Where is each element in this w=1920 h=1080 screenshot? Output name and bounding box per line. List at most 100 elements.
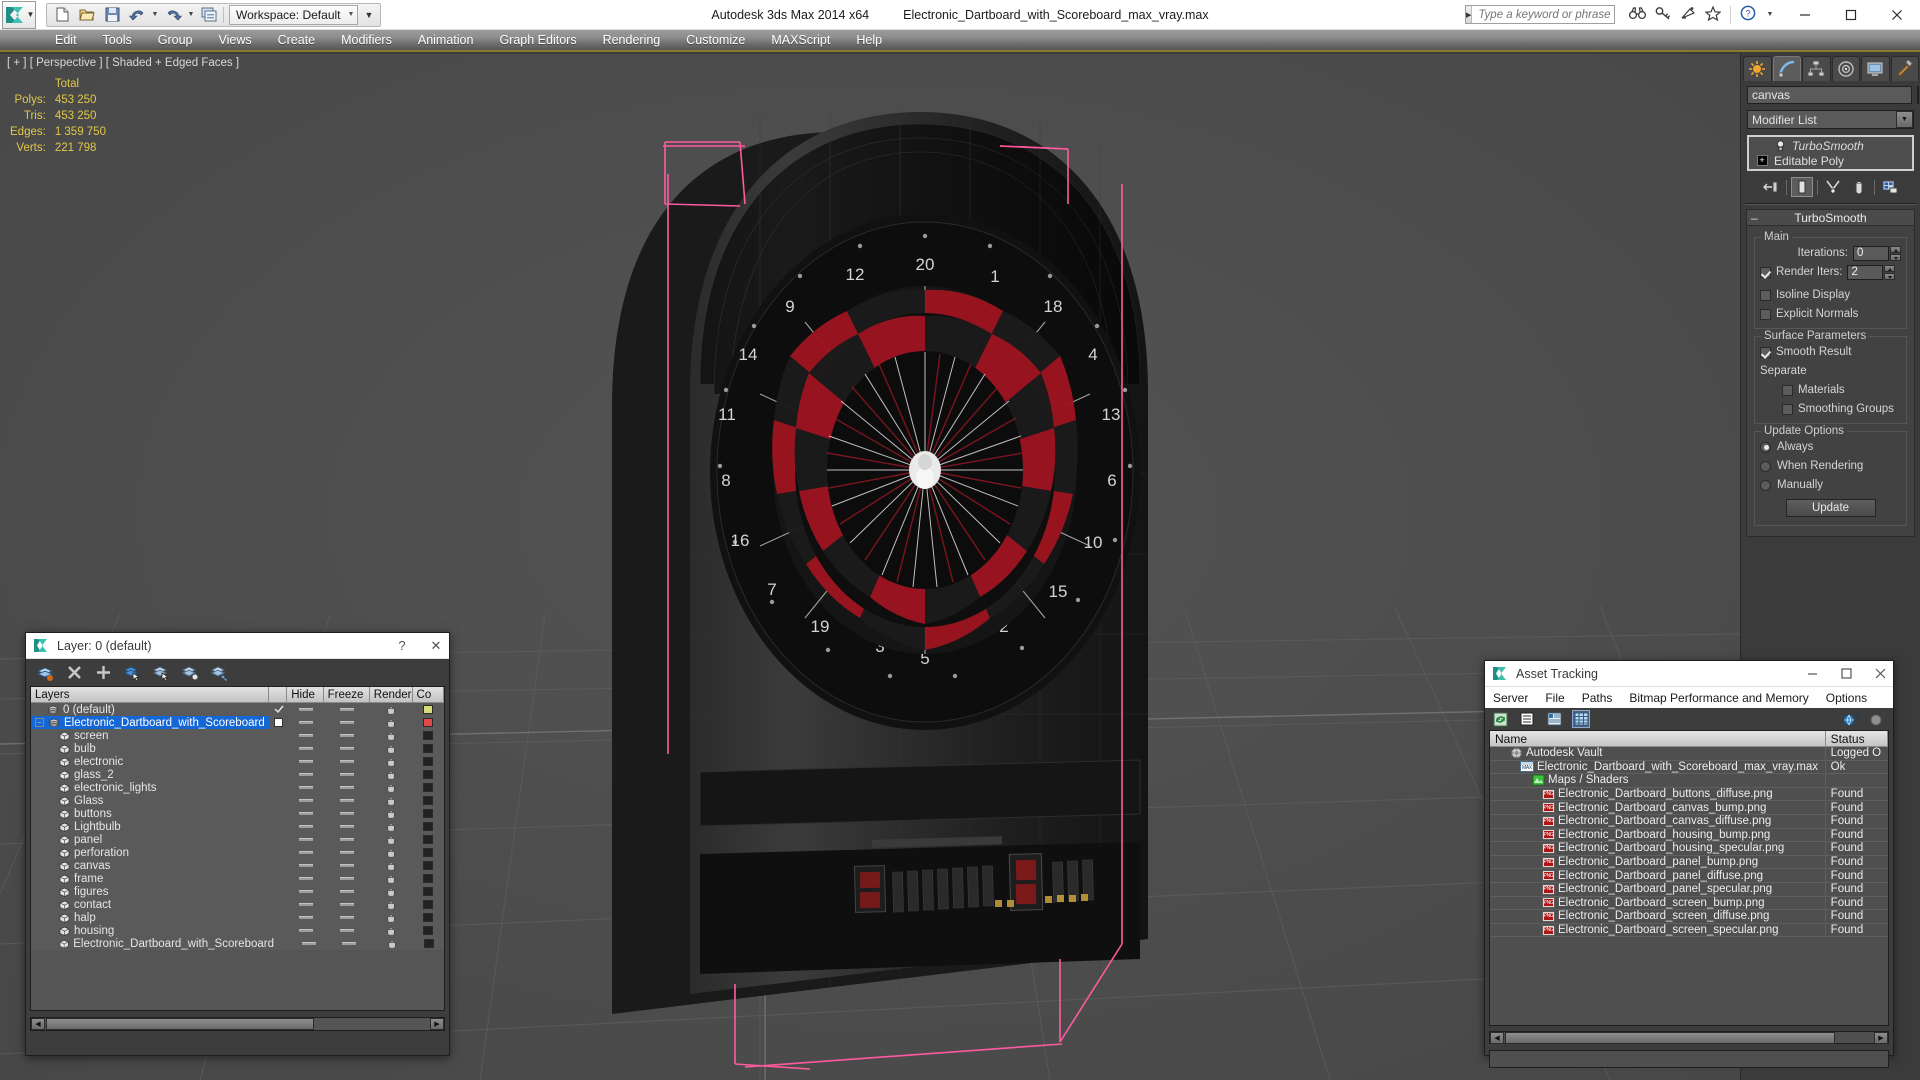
- menu-item-views[interactable]: Views: [205, 29, 264, 51]
- column-layers[interactable]: Layers: [31, 687, 270, 702]
- freeze-cell[interactable]: [324, 786, 370, 789]
- create-new-layer-icon[interactable]: [36, 663, 55, 682]
- render-cell[interactable]: [370, 887, 412, 897]
- color-cell[interactable]: [413, 796, 444, 805]
- color-swatch[interactable]: [423, 809, 434, 818]
- add-selection-icon[interactable]: [94, 663, 113, 682]
- asset-name-cell[interactable]: Electronic_Dartboard_screen_specular.png: [1490, 923, 1826, 937]
- menu-item-paths[interactable]: Paths: [1582, 691, 1613, 705]
- freeze-cell[interactable]: [324, 734, 370, 737]
- update-button[interactable]: Update: [1785, 499, 1876, 517]
- column-color[interactable]: Co: [412, 687, 444, 702]
- layer-name-cell[interactable]: figures: [31, 885, 270, 898]
- layer-name-cell[interactable]: halp: [31, 911, 270, 924]
- asset-row[interactable]: Electronic_Dartboard_canvas_bump.png Foun…: [1490, 801, 1888, 815]
- color-swatch[interactable]: [423, 926, 434, 935]
- menu-item-create[interactable]: Create: [265, 29, 329, 51]
- highlight-selected-icon[interactable]: [181, 663, 200, 682]
- layer-name-cell[interactable]: – Electronic_Dartboard_with_Scoreboard: [31, 716, 270, 729]
- column-hide[interactable]: Hide: [287, 687, 324, 702]
- column-render[interactable]: Render: [369, 687, 413, 702]
- remove-modifier-icon[interactable]: [1848, 177, 1870, 197]
- help-button[interactable]: ?: [389, 633, 415, 658]
- asset-row[interactable]: Electronic_Dartboard_buttons_diffuse.png…: [1490, 787, 1888, 802]
- layer-name-cell[interactable]: Glass: [31, 794, 270, 807]
- color-swatch[interactable]: [423, 913, 434, 922]
- utilities-tab[interactable]: [1890, 56, 1919, 81]
- freeze-cell[interactable]: [324, 929, 370, 932]
- create-tab[interactable]: [1743, 56, 1772, 81]
- hide-cell[interactable]: [288, 903, 324, 906]
- asset-tracking-dialog[interactable]: Asset Tracking Server File Paths Bitmap …: [1484, 660, 1894, 1068]
- undo-dropdown-caret[interactable]: ▼: [151, 11, 159, 18]
- asset-horizontal-scrollbar[interactable]: ◀ ▶: [1489, 1031, 1889, 1044]
- render-iters-checkbox[interactable]: [1760, 266, 1771, 278]
- hide-cell[interactable]: [288, 799, 324, 802]
- plus-box-icon[interactable]: +: [1756, 155, 1768, 167]
- color-swatch[interactable]: [423, 900, 434, 909]
- layer-name-cell[interactable]: contact: [31, 898, 270, 911]
- color-swatch[interactable]: [423, 874, 434, 883]
- column-freeze[interactable]: Freeze: [323, 687, 370, 702]
- modifier-list-dropdown[interactable]: Modifier List ▼: [1747, 110, 1914, 129]
- hide-cell[interactable]: [288, 877, 324, 880]
- color-cell[interactable]: [413, 939, 444, 948]
- color-cell[interactable]: [413, 770, 444, 779]
- freeze-cell[interactable]: [324, 877, 370, 880]
- color-swatch[interactable]: [423, 822, 434, 831]
- iterations-spinner[interactable]: [1853, 245, 1901, 261]
- asset-row[interactable]: Electronic_Dartboard_canvas_diffuse.png F…: [1490, 814, 1888, 829]
- asset-name-cell[interactable]: Maps / Shaders: [1490, 774, 1826, 787]
- freeze-cell[interactable]: [324, 916, 370, 919]
- asset-name-cell[interactable]: Electronic_Dartboard_panel_diffuse.png: [1490, 869, 1826, 882]
- color-cell[interactable]: [413, 822, 444, 831]
- hide-cell[interactable]: [288, 708, 324, 711]
- asset-row[interactable]: Electronic_Dartboard_panel_bump.png Found: [1490, 855, 1888, 870]
- asset-row[interactable]: Electronic_Dartboard_screen_specular.png…: [1490, 923, 1888, 938]
- column-active[interactable]: [269, 687, 288, 702]
- color-swatch[interactable]: [423, 744, 434, 753]
- iterations-input[interactable]: [1853, 245, 1889, 261]
- layer-row[interactable]: panel: [31, 833, 444, 846]
- layer-row[interactable]: canvas: [31, 859, 444, 872]
- redo-icon[interactable]: [162, 4, 184, 25]
- asset-name-cell[interactable]: Electronic_Dartboard_panel_bump.png: [1490, 855, 1826, 869]
- hide-cell[interactable]: [288, 864, 324, 867]
- hide-cell[interactable]: [288, 838, 324, 841]
- scroll-right-button[interactable]: ▶: [1874, 1031, 1888, 1044]
- render-cell[interactable]: [370, 926, 412, 936]
- color-swatch[interactable]: [423, 783, 434, 792]
- column-name[interactable]: Name: [1490, 731, 1826, 747]
- color-swatch[interactable]: [423, 939, 434, 948]
- layer-row[interactable]: perforation: [31, 846, 444, 859]
- layer-list[interactable]: Layers Hide Freeze Render Co 0 (default)…: [30, 686, 445, 1011]
- hide-cell[interactable]: [288, 721, 324, 724]
- render-iters-input[interactable]: [1847, 264, 1884, 280]
- layer-name-cell[interactable]: panel: [31, 833, 270, 846]
- show-end-result-icon[interactable]: [1791, 177, 1813, 197]
- menu-item-modifiers[interactable]: Modifiers: [328, 29, 405, 51]
- layer-row[interactable]: bulb: [31, 742, 444, 755]
- freeze-cell[interactable]: [324, 760, 370, 763]
- asset-row[interactable]: Electronic_Dartboard_screen_diffuse.png F…: [1490, 910, 1888, 924]
- menu-item-edit[interactable]: Edit: [42, 29, 90, 51]
- color-cell[interactable]: [413, 744, 444, 753]
- freeze-cell[interactable]: [324, 812, 370, 815]
- radio-manually[interactable]: [1760, 479, 1771, 491]
- hide-cell[interactable]: [288, 929, 324, 932]
- color-swatch[interactable]: [423, 731, 434, 740]
- hide-cell[interactable]: [288, 747, 324, 750]
- asset-name-cell[interactable]: Electronic_Dartboard_screen_bump.png: [1490, 896, 1826, 910]
- hide-cell[interactable]: [288, 916, 324, 919]
- layer-name-cell[interactable]: buttons: [31, 807, 270, 820]
- asset-name-cell[interactable]: Electronic_Dartboard_screen_diffuse.png: [1490, 910, 1826, 923]
- color-cell[interactable]: [413, 848, 444, 857]
- radio-always[interactable]: [1760, 441, 1771, 453]
- close-button[interactable]: [1874, 0, 1920, 30]
- render-cell[interactable]: [370, 822, 412, 832]
- menu-item-file[interactable]: File: [1545, 691, 1564, 705]
- select-highlighted-icon[interactable]: [152, 663, 171, 682]
- hide-cell[interactable]: [288, 825, 324, 828]
- freeze-cell[interactable]: [324, 721, 370, 724]
- display-tab[interactable]: [1861, 56, 1890, 81]
